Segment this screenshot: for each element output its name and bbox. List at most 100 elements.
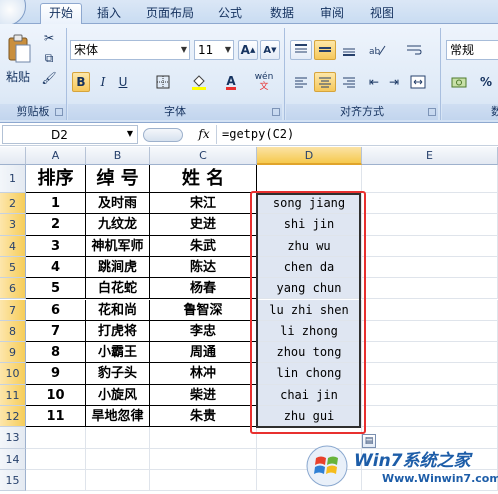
table-cell[interactable]: [26, 448, 86, 470]
formula-bar-resize-handle[interactable]: [143, 128, 183, 142]
table-cell[interactable]: [362, 235, 498, 257]
pinyin-cell[interactable]: li zhong: [257, 320, 362, 343]
table-cell[interactable]: [26, 427, 86, 449]
copy-icon[interactable]: ⧉: [40, 50, 58, 66]
tab-data[interactable]: 数据: [262, 4, 302, 24]
name-cell[interactable]: 杨春: [150, 278, 257, 300]
underline-button[interactable]: U: [114, 72, 132, 92]
row-header[interactable]: 15: [0, 469, 26, 492]
chevron-down-icon[interactable]: ▼: [127, 129, 133, 138]
tab-home[interactable]: 开始: [40, 3, 82, 25]
table-cell[interactable]: [26, 469, 86, 492]
alignment-dialog-launcher-icon[interactable]: [428, 108, 436, 116]
row-header[interactable]: 6: [0, 278, 26, 300]
align-left-icon[interactable]: [290, 72, 312, 92]
nickname-cell[interactable]: 小旋风: [86, 384, 150, 406]
pinyin-cell[interactable]: lin chong: [257, 363, 362, 385]
wrap-text-icon[interactable]: [402, 40, 426, 60]
table-cell[interactable]: [362, 256, 498, 279]
order-cell[interactable]: 3: [26, 235, 86, 257]
currency-icon[interactable]: [448, 72, 472, 92]
table-cell[interactable]: [362, 320, 498, 343]
pinyin-cell[interactable]: shi jin: [257, 214, 362, 236]
name-cell[interactable]: 陈达: [150, 256, 257, 279]
pinyin-cell[interactable]: chen da: [257, 256, 362, 279]
table-cell[interactable]: [362, 193, 498, 215]
order-cell[interactable]: 9: [26, 363, 86, 385]
pinyin-cell[interactable]: chai jin: [257, 384, 362, 406]
table-cell[interactable]: [362, 299, 498, 321]
order-cell[interactable]: 8: [26, 342, 86, 364]
paste-label[interactable]: 粘贴: [6, 68, 30, 85]
row-header[interactable]: 11: [0, 384, 26, 406]
row-header[interactable]: 7: [0, 299, 26, 321]
header-cell-name[interactable]: 姓 名: [150, 165, 257, 193]
tab-insert[interactable]: 插入: [88, 4, 130, 24]
align-right-icon[interactable]: [338, 72, 360, 92]
name-cell[interactable]: 朱贵: [150, 406, 257, 428]
row-header[interactable]: 8: [0, 320, 26, 343]
header-cell-nickname[interactable]: 绰 号: [86, 165, 150, 193]
column-header-c[interactable]: C: [150, 147, 257, 165]
table-cell[interactable]: [362, 342, 498, 364]
nickname-cell[interactable]: 及时雨: [86, 193, 150, 215]
header-cell-order[interactable]: 排序: [26, 165, 86, 193]
formula-input[interactable]: =getpy(C2): [216, 125, 498, 144]
table-cell[interactable]: [150, 469, 257, 492]
table-cell[interactable]: [257, 165, 362, 193]
tab-review[interactable]: 审阅: [312, 4, 352, 24]
pinyin-cell[interactable]: zhou tong: [257, 342, 362, 364]
font-dialog-launcher-icon[interactable]: [272, 108, 280, 116]
tab-view[interactable]: 视图: [362, 4, 402, 24]
row-header[interactable]: 2: [0, 193, 26, 215]
tab-page-layout[interactable]: 页面布局: [140, 4, 200, 24]
column-header-a[interactable]: A: [26, 147, 86, 165]
row-header[interactable]: 13: [0, 427, 26, 449]
pinyin-cell[interactable]: zhu gui: [257, 406, 362, 428]
pinyin-cell[interactable]: lu zhi shen: [257, 299, 362, 321]
order-cell[interactable]: 5: [26, 278, 86, 300]
increase-indent-icon[interactable]: ⇥: [384, 72, 404, 92]
pinyin-cell[interactable]: zhu wu: [257, 235, 362, 257]
table-cell[interactable]: [150, 427, 257, 449]
tab-formulas[interactable]: 公式: [210, 4, 250, 24]
order-cell[interactable]: 2: [26, 214, 86, 236]
row-header[interactable]: 10: [0, 363, 26, 385]
table-cell[interactable]: [362, 278, 498, 300]
nickname-cell[interactable]: 旱地忽律: [86, 406, 150, 428]
pinyin-cell[interactable]: yang chun: [257, 278, 362, 300]
decrease-indent-icon[interactable]: ⇤: [364, 72, 384, 92]
name-cell[interactable]: 周通: [150, 342, 257, 364]
name-cell[interactable]: 李忠: [150, 320, 257, 343]
format-painter-icon[interactable]: 🖌: [40, 70, 58, 86]
bold-button[interactable]: B: [72, 72, 90, 92]
name-cell[interactable]: 宋江: [150, 193, 257, 215]
orientation-icon[interactable]: ab: [364, 40, 390, 60]
table-cell[interactable]: [86, 448, 150, 470]
name-cell[interactable]: 朱武: [150, 235, 257, 257]
row-header[interactable]: 5: [0, 256, 26, 279]
row-header[interactable]: 1: [0, 165, 26, 193]
align-top-icon[interactable]: [290, 40, 312, 60]
font-size-box[interactable]: 11 ▼: [194, 40, 234, 60]
nickname-cell[interactable]: 神机军师: [86, 235, 150, 257]
nickname-cell[interactable]: 白花蛇: [86, 278, 150, 300]
row-header[interactable]: 4: [0, 235, 26, 257]
table-cell[interactable]: [150, 448, 257, 470]
align-center-icon[interactable]: [314, 72, 336, 92]
column-header-d[interactable]: D: [257, 147, 362, 165]
table-cell[interactable]: [362, 363, 498, 385]
row-header[interactable]: 12: [0, 406, 26, 428]
table-cell[interactable]: [86, 427, 150, 449]
column-header-e[interactable]: E: [362, 147, 498, 165]
fill-color-icon[interactable]: [186, 72, 212, 92]
nickname-cell[interactable]: 花和尚: [86, 299, 150, 321]
phonetic-button[interactable]: wén 文: [250, 70, 278, 94]
name-cell[interactable]: 史进: [150, 214, 257, 236]
name-cell[interactable]: 鲁智深: [150, 299, 257, 321]
order-cell[interactable]: 7: [26, 320, 86, 343]
select-all-corner[interactable]: [0, 147, 26, 165]
number-format-box[interactable]: 常规: [446, 40, 498, 60]
row-header[interactable]: 14: [0, 448, 26, 470]
grow-font-button[interactable]: A ▲: [238, 40, 258, 60]
